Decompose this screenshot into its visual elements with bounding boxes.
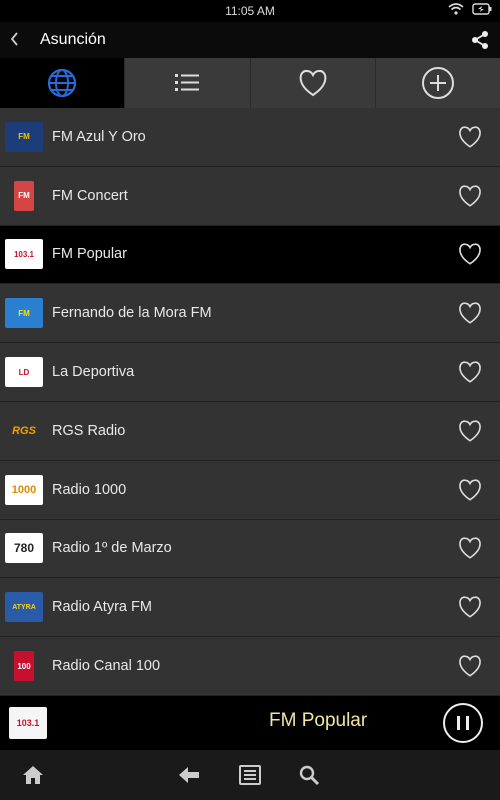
back-button[interactable]	[0, 30, 30, 51]
back-arrow-icon	[179, 767, 199, 783]
status-bar: 11:05 AM	[0, 0, 500, 22]
menu-button[interactable]	[239, 765, 261, 790]
station-name: Radio 1º de Marzo	[52, 540, 172, 557]
station-row[interactable]: 100 Radio Canal 100	[0, 637, 500, 696]
home-icon	[23, 766, 43, 784]
back-nav-button[interactable]	[178, 765, 200, 790]
pause-button[interactable]	[443, 703, 483, 743]
heart-outline-icon	[459, 420, 481, 442]
home-button[interactable]	[22, 765, 44, 790]
station-row[interactable]: FM FM Azul Y Oro	[0, 108, 500, 167]
tab-favorites[interactable]	[251, 58, 376, 108]
station-name: La Deportiva	[52, 364, 135, 381]
globe-icon	[48, 68, 77, 98]
tab-browse[interactable]	[0, 58, 126, 108]
station-logo: 780	[5, 533, 43, 564]
station-row[interactable]: 780 Radio 1º de Marzo	[0, 519, 500, 579]
list-icon	[175, 74, 200, 91]
heart-outline-icon	[459, 537, 481, 560]
heart-outline-icon	[459, 596, 481, 618]
now-playing-logo-text: 103.1	[16, 718, 40, 728]
action-bar: Asunción	[0, 22, 500, 58]
station-name: Fernando de la Mora FM	[52, 305, 212, 322]
station-list: FM FM Azul Y Oro FM FM Concert 103.1 FM …	[0, 108, 500, 696]
station-logo: FM	[5, 121, 43, 152]
wifi-icon	[448, 3, 464, 15]
favorite-button[interactable]	[440, 242, 500, 266]
now-playing-logo: 103.1	[9, 707, 47, 739]
system-nav-bar	[0, 750, 500, 800]
status-time: 11:05 AM	[225, 4, 275, 18]
station-name: FM Popular	[52, 246, 127, 263]
heart-outline-icon	[459, 655, 481, 677]
station-row[interactable]: ATYRA Radio Atyra FM	[0, 578, 500, 638]
now-playing-bar[interactable]: 103.1 FM Popular	[0, 696, 500, 750]
favorite-button[interactable]	[440, 360, 500, 384]
station-logo: RGS	[12, 424, 36, 437]
share-button[interactable]	[470, 30, 490, 55]
station-row[interactable]: 1000 Radio 1000	[0, 460, 500, 520]
station-logo: 103.1	[5, 239, 43, 270]
search-button[interactable]	[299, 765, 321, 790]
station-row[interactable]: FM Fernando de la Mora FM	[0, 284, 500, 344]
pause-icon	[457, 716, 460, 730]
station-logo: 100	[14, 651, 34, 682]
station-name: FM Concert	[52, 187, 128, 204]
station-name: Radio 1000	[52, 481, 127, 498]
favorite-button[interactable]	[440, 536, 500, 560]
station-name: Radio Atyra FM	[52, 599, 152, 616]
favorite-button[interactable]	[440, 301, 500, 325]
favorite-button[interactable]	[440, 478, 500, 502]
station-row[interactable]: 103.1 FM Popular	[0, 225, 500, 285]
heart-outline-icon	[459, 361, 481, 383]
share-icon	[472, 31, 488, 49]
favorite-button[interactable]	[440, 184, 500, 208]
station-name: FM Azul Y Oro	[52, 128, 146, 145]
heart-outline-icon	[299, 70, 326, 97]
battery-icon	[472, 3, 492, 15]
menu-icon	[239, 765, 261, 785]
station-logo: 1000	[5, 474, 43, 505]
now-playing-title: FM Popular	[269, 710, 368, 731]
add-circle-icon	[421, 67, 454, 99]
tab-list[interactable]	[125, 58, 251, 108]
heart-outline-icon	[459, 126, 481, 148]
favorite-button[interactable]	[440, 125, 500, 149]
heart-outline-icon	[459, 243, 481, 266]
station-logo: ATYRA	[5, 592, 43, 623]
search-icon	[299, 765, 320, 786]
favorite-button[interactable]	[440, 595, 500, 619]
heart-outline-icon	[459, 479, 481, 501]
heart-outline-icon	[459, 185, 481, 207]
station-row[interactable]: FM FM Concert	[0, 166, 500, 226]
favorite-button[interactable]	[440, 419, 500, 443]
chevron-left-icon	[10, 31, 18, 46]
page-title: Asunción	[40, 31, 106, 48]
station-row[interactable]: LD La Deportiva	[0, 343, 500, 402]
tab-add[interactable]	[376, 58, 500, 108]
heart-outline-icon	[459, 302, 481, 325]
station-logo: FM	[5, 298, 43, 329]
station-logo: FM	[14, 180, 34, 211]
favorite-button[interactable]	[440, 654, 500, 678]
station-name: Radio Canal 100	[52, 658, 161, 675]
station-row[interactable]: RGS RGS Radio	[0, 401, 500, 461]
station-name: RGS Radio	[52, 422, 126, 439]
station-logo: LD	[5, 357, 43, 388]
tab-bar	[0, 58, 500, 108]
